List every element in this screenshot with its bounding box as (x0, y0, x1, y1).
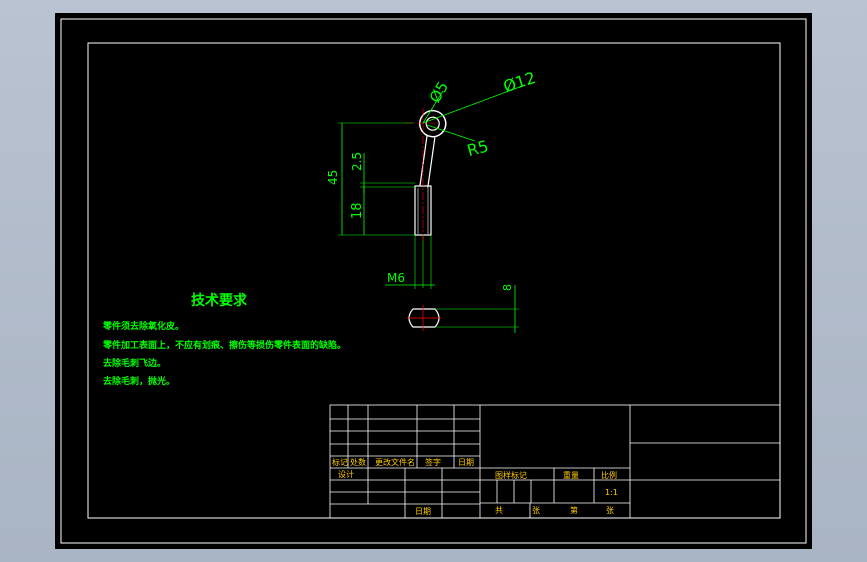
neck-left (419, 135, 428, 187)
tech-req-title: 技术要求 (191, 292, 248, 309)
dim-thread: M6 (387, 271, 405, 285)
tb-mark: 标记 (332, 457, 348, 467)
section-view (407, 285, 519, 333)
tb-stage-mark: 图样标记 (495, 470, 527, 480)
tb-sheet-unit: 张 (606, 506, 614, 515)
dim-radius: R5 (465, 136, 490, 160)
tb-check-date: 日期 (415, 507, 431, 516)
tech-req-item-2: 零件加工表面上，不应有划痕、擦伤等损伤零件表面的缺陷。 (102, 339, 346, 351)
tb-scale: 比例 (601, 470, 617, 480)
tb-date: 日期 (458, 458, 474, 467)
cad-drawing: Ø5 Ø12 R5 45 2.5 18 M6 8 技术要求 零件须去除氧化皮。 … (60, 18, 807, 544)
dim-section-width: 8 (501, 284, 514, 291)
tech-req-item-4: 去除毛刺，抛光。 (103, 375, 175, 387)
dim-thread-length: 18 (350, 202, 365, 219)
tb-design: 设计 (338, 469, 354, 479)
tech-req-item-1: 零件须去除氧化皮。 (102, 320, 184, 332)
dim-total-length: 45 (326, 170, 340, 185)
tech-req-item-3: 去除毛刺飞边。 (103, 357, 166, 369)
neck-right (427, 137, 436, 188)
tb-signature: 签字 (425, 457, 441, 467)
dim-dia-small: Ø5 (426, 78, 452, 105)
tb-sheet-no: 第 (570, 505, 578, 515)
tb-weight: 重量 (563, 470, 579, 480)
tb-count: 处数 (350, 457, 366, 467)
dim-dia-large: Ø12 (501, 68, 538, 96)
inner-frame (87, 42, 781, 519)
tb-scale-value: 1:1 (605, 488, 618, 497)
tb-total: 共 (495, 506, 503, 515)
eye-outer-circle (418, 109, 447, 138)
dim-neck-length: 2.5 (350, 152, 364, 171)
tb-sheets: 张 (532, 506, 540, 515)
drawing-sheet: Ø5 Ø12 R5 45 2.5 18 M6 8 技术要求 零件须去除氧化皮。 … (55, 13, 812, 549)
tb-change-doc: 更改文件名 (375, 457, 415, 467)
